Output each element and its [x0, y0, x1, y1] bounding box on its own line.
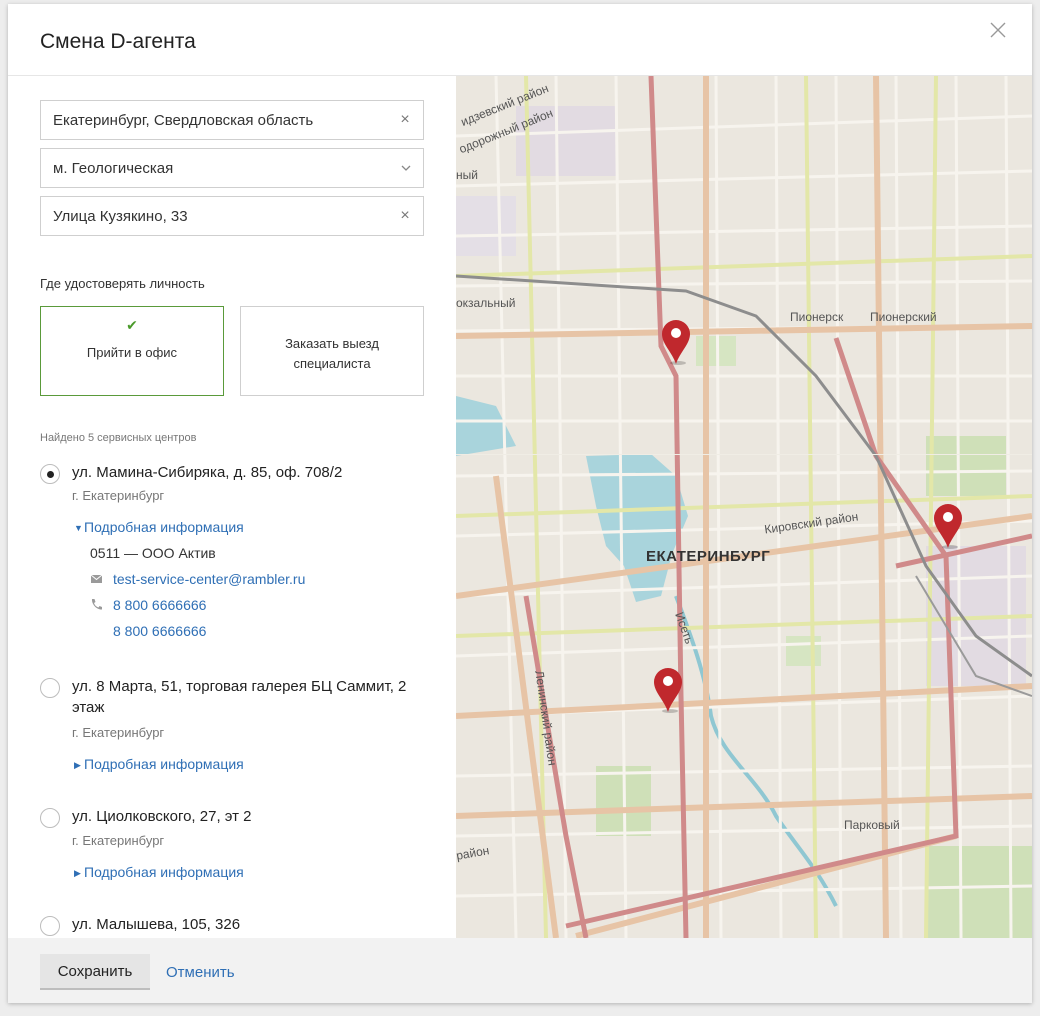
center-address: ул. Малышева, 105, 326 [72, 916, 241, 933]
details-toggle[interactable]: ▼Подробная информация [74, 519, 244, 535]
service-center-item[interactable]: ул. 8 Марта, 51, торговая галерея БЦ Сам… [40, 676, 440, 776]
center-email[interactable]: test-service-center@rambler.ru [113, 571, 305, 587]
center-city: г. Екатеринбург [72, 488, 165, 503]
mail-icon [90, 572, 103, 585]
details-toggle-label: Подробная информация [84, 864, 244, 880]
option-office[interactable]: ✔ Прийти в офис [40, 306, 224, 396]
center-address: ул. Мамина-Сибиряка, д. 85, оф. 708/2 [72, 464, 343, 481]
map-label: Пионерский [870, 310, 937, 324]
street-field[interactable]: Улица Кузякино, 33 × [40, 196, 424, 236]
details-toggle-label: Подробная информация [84, 519, 244, 535]
map-pin-marker[interactable] [930, 500, 966, 550]
metro-select[interactable]: м. Геологическая [40, 148, 424, 188]
close-icon[interactable] [988, 20, 1008, 40]
center-city: г. Екатеринбург [72, 725, 165, 740]
radio-unselected[interactable] [40, 808, 60, 828]
change-agent-dialog: Смена D-агента Екатеринбург, Свердловска… [8, 4, 1032, 1003]
triangle-right-icon: ▶ [74, 760, 81, 770]
dialog-title: Смена D-агента [40, 30, 196, 53]
city-field[interactable]: Екатеринбург, Свердловская область × [40, 100, 424, 140]
service-center-item[interactable]: ул. Циолковского, 27, эт 2 г. Екатеринбу… [40, 806, 440, 886]
radio-selected[interactable] [40, 464, 60, 484]
option-visit-label: Заказать выезд специалиста [251, 334, 413, 374]
center-address: ул. Циолковского, 27, эт 2 [72, 808, 252, 825]
center-org: 0511 — ООО Актив [90, 545, 216, 561]
center-phone-2[interactable]: 8 800 6666666 [113, 623, 206, 639]
clear-street-icon[interactable]: × [397, 208, 413, 224]
map[interactable]: идзевский район одорожный район ный окза… [456, 76, 1032, 938]
option-office-label: Прийти в офис [86, 345, 178, 360]
map-city-label: ЕКАТЕРИНБУРГ [646, 548, 771, 565]
street-field-value: Улица Кузякино, 33 [53, 208, 188, 225]
phone-icon [90, 598, 103, 611]
details-toggle[interactable]: ▶ Подробная информация [74, 864, 244, 880]
details-toggle[interactable]: ▶ Подробная информация [74, 756, 244, 772]
chevron-down-icon[interactable] [399, 161, 413, 175]
map-pin-marker[interactable] [650, 664, 686, 714]
left-panel: Екатеринбург, Свердловская область × м. … [8, 76, 456, 938]
found-count: Найдено 5 сервисных центров [40, 432, 197, 444]
dialog-footer: Сохранить Отменить [8, 938, 1032, 1003]
cancel-link[interactable]: Отменить [166, 964, 235, 981]
clear-city-icon[interactable]: × [397, 112, 413, 128]
map-label: Пионерск [790, 310, 844, 324]
center-city: г. Екатеринбург [72, 833, 165, 848]
center-phone-1[interactable]: 8 800 6666666 [113, 597, 206, 613]
city-field-value: Екатеринбург, Свердловская область [53, 112, 314, 129]
map-label: окзальный [456, 296, 516, 310]
center-address: ул. 8 Марта, 51, торговая галерея БЦ Сам… [72, 678, 407, 716]
option-visit-line1: Заказать выезд [285, 336, 379, 351]
identity-label: Где удостоверять личность [40, 276, 205, 291]
check-icon: ✔ [126, 317, 138, 333]
details-toggle-label: Подробная информация [84, 756, 244, 772]
map-label: ный [456, 168, 478, 182]
option-visit-line2: специалиста [293, 356, 371, 371]
dialog-header: Смена D-агента [8, 4, 1032, 76]
radio-unselected[interactable] [40, 678, 60, 698]
save-button[interactable]: Сохранить [40, 954, 150, 990]
service-center-item[interactable]: ул. Малышева, 105, 326 [40, 914, 440, 938]
triangle-right-icon: ▶ [74, 868, 81, 878]
option-specialist-visit[interactable]: Заказать выезд специалиста [240, 306, 424, 396]
radio-unselected[interactable] [40, 916, 60, 936]
map-label: Парковый [844, 818, 900, 832]
map-pin-marker[interactable] [658, 316, 694, 366]
service-center-item[interactable]: ул. Мамина-Сибиряка, д. 85, оф. 708/2 г.… [40, 462, 440, 662]
metro-select-value: м. Геологическая [53, 160, 174, 177]
triangle-down-icon: ▼ [74, 523, 83, 533]
